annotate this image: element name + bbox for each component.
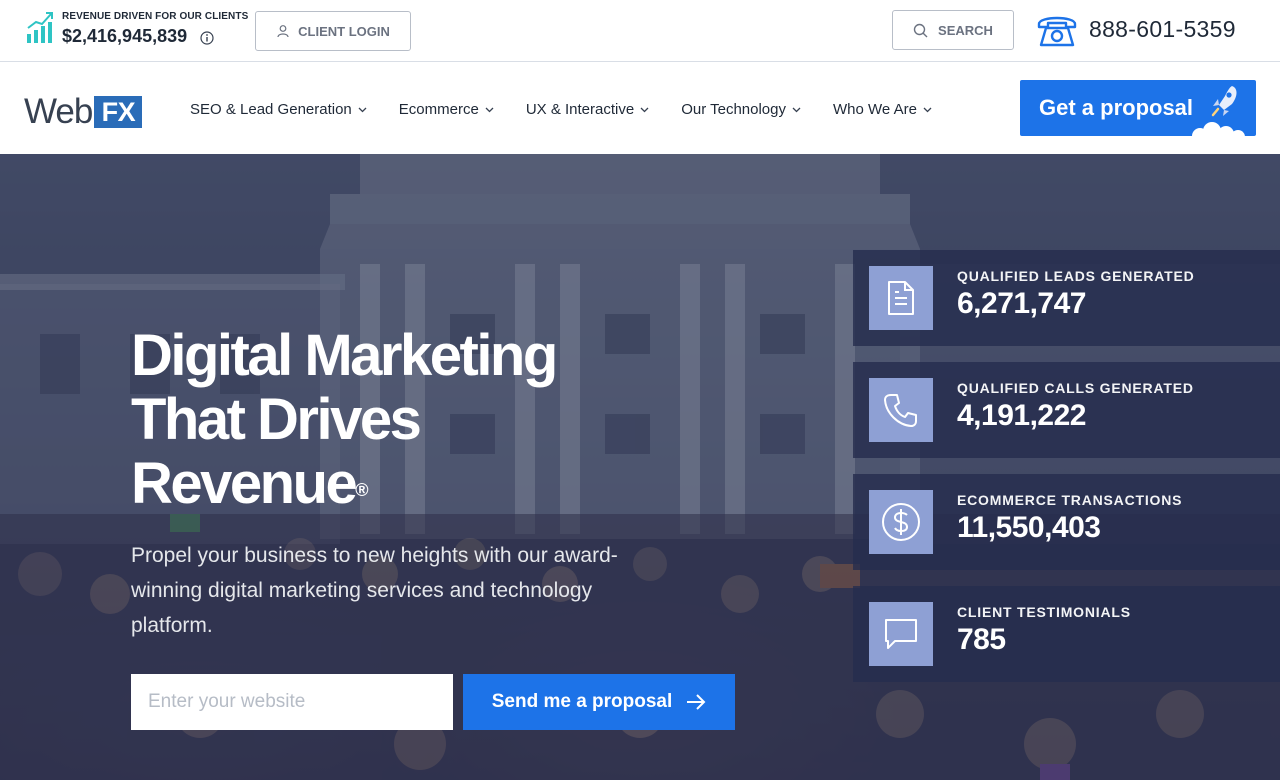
chevron-down-icon xyxy=(640,107,649,112)
logo-fx-badge: FX xyxy=(94,96,143,128)
chevron-down-icon xyxy=(358,107,367,112)
chat-icon xyxy=(885,619,917,649)
stat-leads: QUALIFIED LEADS GENERATED 6,271,747 xyxy=(853,250,1280,346)
stat-icon-box xyxy=(869,266,933,330)
client-login-label: CLIENT LOGIN xyxy=(298,23,390,39)
stat-transactions: ECOMMERCE TRANSACTIONS 11,550,403 xyxy=(853,474,1280,570)
nav-item-technology[interactable]: Our Technology xyxy=(681,101,801,118)
get-proposal-button[interactable]: Get a proposal xyxy=(1020,80,1256,136)
main-nav: Web FX SEO & Lead Generation Ecommerce U… xyxy=(0,62,1280,154)
chevron-down-icon xyxy=(792,107,801,112)
hero-title-line: Revenue xyxy=(131,451,358,516)
hero-title-line: That Drives xyxy=(131,387,422,452)
cloud-icon xyxy=(1192,122,1245,136)
stat-label: CLIENT TESTIMONIALS xyxy=(957,604,1131,620)
document-icon xyxy=(888,281,914,315)
stat-value: 4,191,222 xyxy=(957,399,1086,432)
hero-title-line: Digital Marketing xyxy=(131,323,558,388)
send-proposal-label: Send me a proposal xyxy=(491,691,673,712)
nav-menu: SEO & Lead Generation Ecommerce UX & Int… xyxy=(190,101,964,118)
website-input[interactable] xyxy=(131,674,453,730)
stat-icon-box xyxy=(869,378,933,442)
stat-icon-box xyxy=(869,490,933,554)
logo-web-text: Web xyxy=(24,92,93,131)
stat-value: 6,271,747 xyxy=(957,287,1086,320)
hero-subtitle: Propel your business to new heights with… xyxy=(131,544,618,637)
get-proposal-label: Get a proposal xyxy=(1039,95,1194,120)
chevron-down-icon xyxy=(923,107,932,112)
chevron-down-icon xyxy=(485,107,494,112)
hero-section: Digital Marketing That Drives Revenue® P… xyxy=(0,154,1280,780)
stat-calls: QUALIFIED CALLS GENERATED 4,191,222 xyxy=(853,362,1280,458)
search-button[interactable]: SEARCH xyxy=(892,10,1014,50)
nav-item-label: SEO & Lead Generation xyxy=(190,101,352,118)
hero-title: Digital Marketing That Drives Revenue® xyxy=(131,324,651,516)
search-icon xyxy=(913,23,928,37)
nav-item-label: Who We Are xyxy=(833,101,917,118)
stat-label: QUALIFIED CALLS GENERATED xyxy=(957,380,1194,396)
phone-icon xyxy=(884,394,917,427)
stat-icon-box xyxy=(869,602,933,666)
stat-value: 785 xyxy=(957,623,1006,656)
stat-label: QUALIFIED LEADS GENERATED xyxy=(957,268,1195,284)
arrow-right-icon xyxy=(687,694,706,710)
nav-item-ecommerce[interactable]: Ecommerce xyxy=(399,101,494,118)
stat-testimonials: CLIENT TESTIMONIALS 785 xyxy=(853,586,1280,682)
revenue-chart-icon xyxy=(27,12,53,43)
send-proposal-button[interactable]: Send me a proposal xyxy=(463,674,735,730)
registered-mark: ® xyxy=(355,480,369,500)
stat-label: ECOMMERCE TRANSACTIONS xyxy=(957,492,1183,508)
user-icon xyxy=(277,25,289,38)
nav-item-label: UX & Interactive xyxy=(525,101,635,118)
webfx-logo[interactable]: Web FX xyxy=(24,92,143,131)
top-bar: REVENUE DRIVEN FOR OUR CLIENTS $2,416,94… xyxy=(0,0,1280,62)
client-login-button[interactable]: CLIENT LOGIN xyxy=(255,11,411,51)
nav-item-seo[interactable]: SEO & Lead Generation xyxy=(190,101,367,118)
rocket-icon xyxy=(1211,86,1237,117)
telephone-icon[interactable] xyxy=(1036,12,1078,48)
stat-value: 11,550,403 xyxy=(957,511,1101,544)
dollar-icon xyxy=(882,503,920,541)
nav-item-label: Ecommerce xyxy=(398,101,479,118)
info-icon[interactable] xyxy=(200,31,214,45)
stats-panel: QUALIFIED LEADS GENERATED 6,271,747 QUAL… xyxy=(853,250,1280,698)
revenue-value: $2,416,945,839 xyxy=(62,26,188,46)
revenue-label: REVENUE DRIVEN FOR OUR CLIENTS xyxy=(62,11,249,22)
search-label: SEARCH xyxy=(938,22,993,38)
nav-item-who-we-are[interactable]: Who We Are xyxy=(833,101,932,118)
nav-item-ux[interactable]: UX & Interactive xyxy=(526,101,649,118)
nav-item-label: Our Technology xyxy=(681,101,786,118)
phone-number[interactable]: 888-601-5359 xyxy=(1089,16,1236,43)
